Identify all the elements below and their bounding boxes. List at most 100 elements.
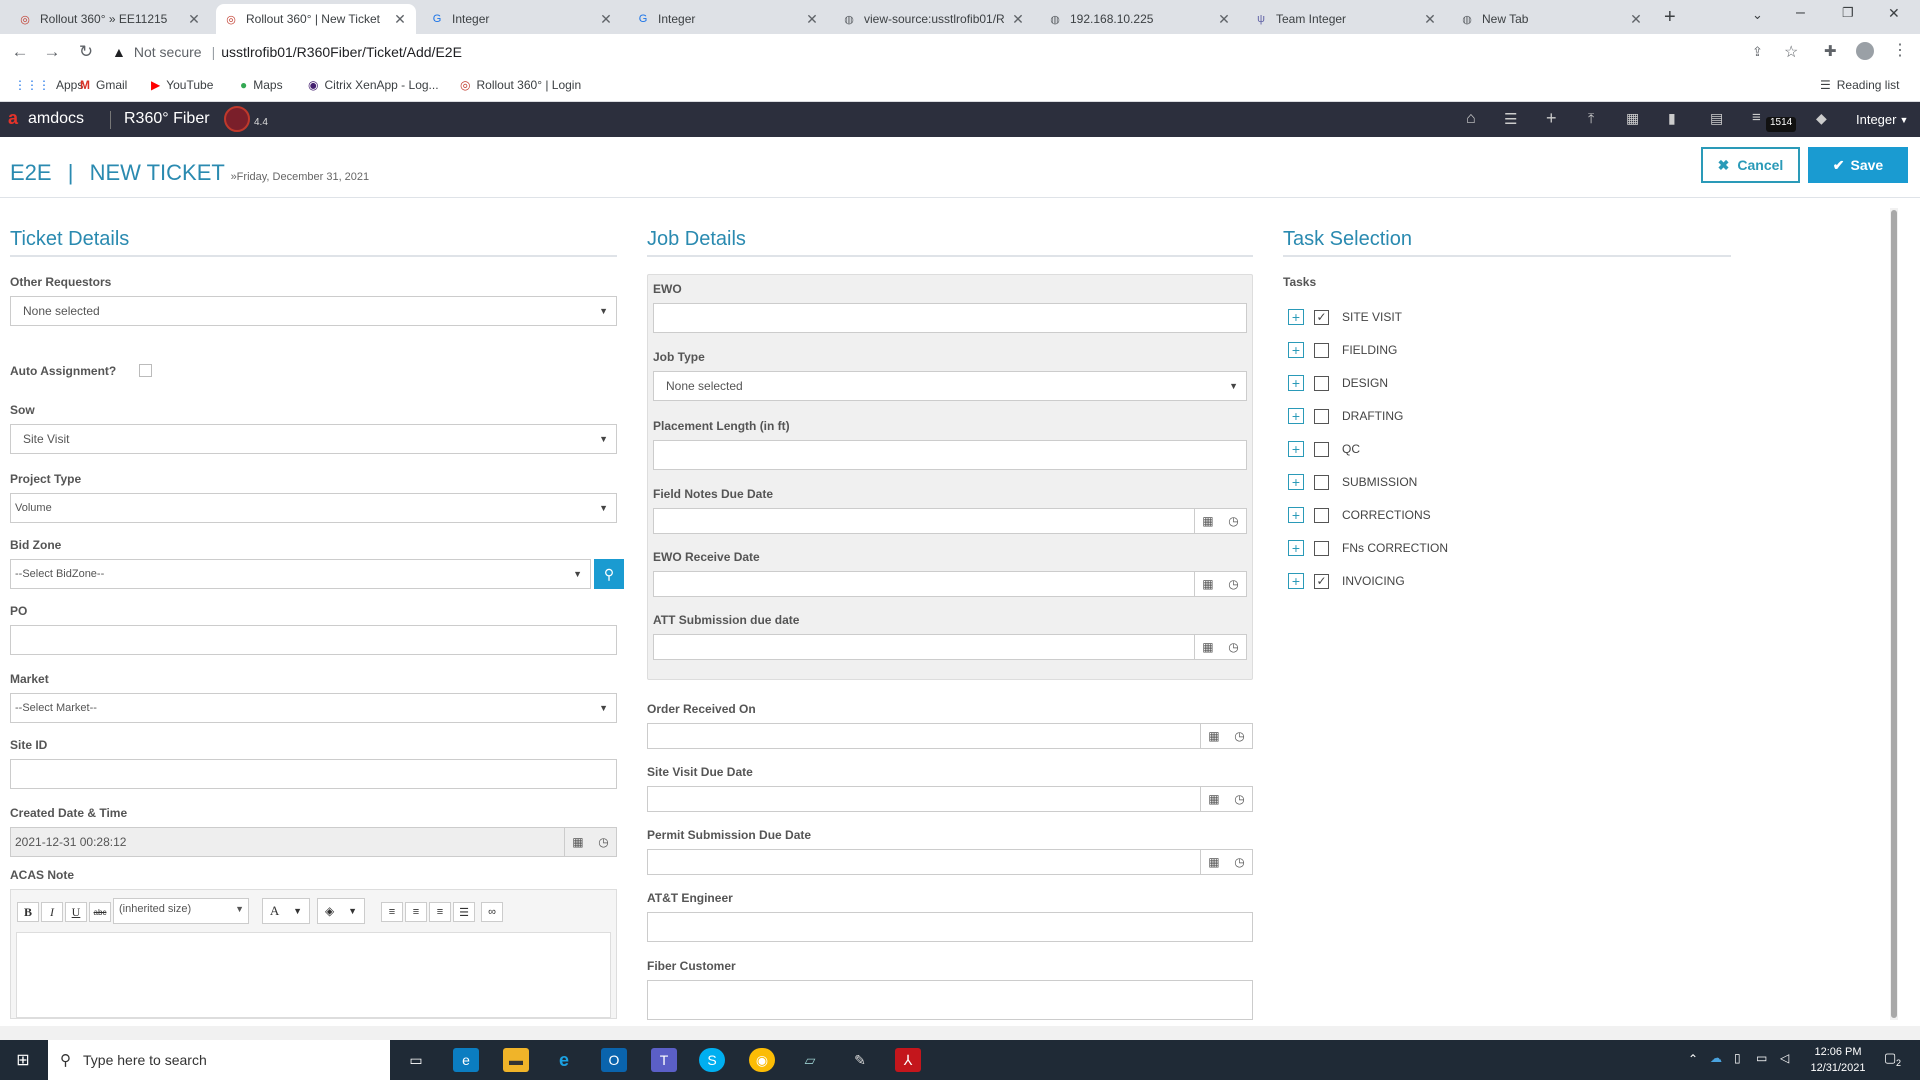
list-icon[interactable]: ☰ bbox=[1504, 110, 1517, 128]
expand-icon[interactable]: + bbox=[1288, 507, 1304, 523]
calendar-icon[interactable]: ▦ bbox=[1202, 514, 1213, 528]
ewo-receive-input[interactable]: ▦ ◷ bbox=[653, 571, 1247, 597]
internet-explorer-icon[interactable]: e bbox=[551, 1048, 577, 1072]
calendar-icon[interactable]: ▦ bbox=[1208, 792, 1219, 806]
close-tab-icon[interactable]: ✕ bbox=[1010, 11, 1026, 28]
expand-icon[interactable]: + bbox=[1288, 342, 1304, 358]
notepad-icon[interactable]: ▱ bbox=[797, 1048, 823, 1072]
expand-icon[interactable]: + bbox=[1288, 408, 1304, 424]
expand-icon[interactable]: + bbox=[1288, 441, 1304, 457]
tab-4[interactable]: ◍ view-source:usstlrofib01/R ✕ bbox=[834, 4, 1034, 34]
windows-start-icon[interactable]: ⊞ bbox=[10, 1048, 36, 1072]
project-type-select[interactable]: Volume ▼ bbox=[10, 493, 617, 523]
close-tab-icon[interactable]: ✕ bbox=[392, 11, 408, 28]
task-checkbox[interactable] bbox=[1314, 375, 1329, 391]
bookmark-gmail[interactable]: M Gmail bbox=[80, 78, 127, 92]
close-tab-icon[interactable]: ✕ bbox=[186, 11, 202, 28]
task-view-icon[interactable]: ▭ bbox=[403, 1048, 429, 1072]
taskbar-search[interactable]: ⚲ Type here to search bbox=[48, 1040, 390, 1080]
address-bar[interactable]: ▲ Not secure | usstlrofib01/R360Fiber/Ti… bbox=[112, 38, 1792, 66]
expand-icon[interactable]: + bbox=[1288, 540, 1304, 556]
clock[interactable]: 12:06 PM 12/31/2021 bbox=[1800, 1044, 1876, 1076]
tab-5[interactable]: ◍ 192.168.10.225 ✕ bbox=[1040, 4, 1240, 34]
bid-zone-search-button[interactable]: ⚲ bbox=[594, 559, 624, 589]
clock-icon[interactable]: ◷ bbox=[1234, 792, 1244, 806]
att-engineer-input[interactable] bbox=[647, 912, 1253, 942]
task-checkbox[interactable] bbox=[1314, 441, 1329, 457]
acas-note-textarea[interactable] bbox=[16, 932, 611, 1018]
sow-select[interactable]: Site Visit ▼ bbox=[10, 424, 617, 454]
tray-chevron-icon[interactable]: ⌃ bbox=[1688, 1052, 1698, 1066]
bookmark-rollout[interactable]: ◎ Rollout 360° | Login bbox=[460, 78, 581, 92]
underline-button[interactable]: U bbox=[65, 902, 87, 922]
bell-icon[interactable]: ◆ bbox=[1816, 110, 1827, 127]
menu-icon[interactable]: ⋮ bbox=[1892, 40, 1908, 60]
tab-search-icon[interactable]: ⌄ bbox=[1752, 7, 1763, 23]
att-submission-input[interactable]: ▦ ◷ bbox=[653, 634, 1247, 660]
notification-center-icon[interactable]: ▢ bbox=[1884, 1050, 1896, 1066]
bookmark-maps[interactable]: ● Maps bbox=[240, 78, 283, 92]
strikethrough-icon[interactable]: abc bbox=[89, 902, 111, 922]
link-icon[interactable]: ∞ bbox=[481, 902, 503, 922]
expand-icon[interactable]: + bbox=[1288, 573, 1304, 589]
other-requestors-select[interactable]: None selected ▼ bbox=[10, 296, 617, 326]
clock-icon[interactable]: ◷ bbox=[1228, 514, 1238, 528]
user-menu[interactable]: Integer ▼ bbox=[1856, 112, 1908, 127]
outlook-icon[interactable]: O bbox=[601, 1048, 627, 1072]
task-checkbox[interactable] bbox=[1314, 507, 1329, 523]
italic-button[interactable]: I bbox=[41, 902, 63, 922]
expand-icon[interactable]: + bbox=[1288, 375, 1304, 391]
acrobat-icon[interactable]: ⅄ bbox=[895, 1048, 921, 1072]
breadcrumb-root[interactable]: E2E bbox=[10, 160, 52, 185]
calendar-icon[interactable]: ▦ bbox=[1208, 729, 1219, 743]
close-window-icon[interactable]: ✕ bbox=[1888, 5, 1900, 22]
font-size-select[interactable]: (inherited size) ▼ bbox=[113, 898, 249, 924]
market-select[interactable]: --Select Market-- ▼ bbox=[10, 693, 617, 723]
po-input[interactable] bbox=[10, 625, 617, 655]
align-center-icon[interactable]: ≡ bbox=[405, 902, 427, 922]
tab-2[interactable]: G Integer ✕ bbox=[422, 4, 622, 34]
tab-0[interactable]: ◎ Rollout 360° » EE11215 ✕ bbox=[10, 4, 210, 34]
file-explorer-icon[interactable]: ▬ bbox=[503, 1048, 529, 1072]
site-id-input[interactable] bbox=[10, 759, 617, 789]
calendar-icon[interactable]: ▦ bbox=[1208, 855, 1219, 869]
bookmark-apps[interactable]: ⋮⋮⋮ Apps bbox=[14, 78, 83, 92]
task-checkbox[interactable] bbox=[1314, 540, 1329, 556]
calendar-icon[interactable]: ▦ bbox=[1626, 110, 1639, 127]
field-notes-due-input[interactable]: ▦ ◷ bbox=[653, 508, 1247, 534]
minimize-icon[interactable]: – bbox=[1796, 4, 1805, 22]
expand-icon[interactable]: + bbox=[1288, 474, 1304, 490]
back-icon[interactable]: ← bbox=[8, 42, 32, 62]
auto-assignment-checkbox[interactable] bbox=[139, 364, 152, 377]
volume-icon[interactable]: ◁ bbox=[1780, 1051, 1789, 1065]
forward-icon[interactable]: → bbox=[40, 42, 64, 62]
bold-button[interactable]: B bbox=[17, 902, 39, 922]
tasks-icon[interactable]: ≡ bbox=[1752, 109, 1761, 126]
chart-icon[interactable]: ▮ bbox=[1668, 110, 1676, 127]
network-icon[interactable]: ▭ bbox=[1756, 1051, 1767, 1065]
expand-icon[interactable]: + bbox=[1288, 309, 1304, 325]
placement-length-input[interactable] bbox=[653, 440, 1247, 470]
permit-due-input[interactable]: ▦ ◷ bbox=[647, 849, 1253, 875]
calendar-icon[interactable]: ▦ bbox=[572, 835, 583, 849]
extensions-icon[interactable]: ✚ bbox=[1824, 42, 1837, 60]
onedrive-icon[interactable]: ☁ bbox=[1710, 1051, 1722, 1065]
save-button[interactable]: ✔ Save bbox=[1808, 147, 1908, 183]
reading-list[interactable]: ☰ Reading list bbox=[1820, 78, 1899, 92]
task-checkbox[interactable] bbox=[1314, 408, 1329, 424]
bookmark-citrix[interactable]: ◉ Citrix XenApp - Log... bbox=[308, 78, 439, 92]
job-type-select[interactable]: None selected ▼ bbox=[653, 371, 1247, 401]
page-scrollbar-thumb[interactable] bbox=[1891, 210, 1897, 1018]
bookmark-youtube[interactable]: ▶ YouTube bbox=[151, 78, 213, 92]
site-visit-due-input[interactable]: ▦ ◷ bbox=[647, 786, 1253, 812]
font-color-button[interactable]: A ▼ bbox=[262, 898, 310, 924]
edge-icon[interactable]: e bbox=[453, 1048, 479, 1072]
calendar-icon[interactable]: ▦ bbox=[1202, 640, 1213, 654]
clock-icon[interactable]: ◷ bbox=[1234, 855, 1244, 869]
skype-icon[interactable]: S bbox=[699, 1048, 725, 1072]
tab-7[interactable]: ◍ New Tab ✕ bbox=[1452, 4, 1652, 34]
tray-app-icon[interactable]: ▯ bbox=[1734, 1051, 1741, 1065]
calendar-icon[interactable]: ▦ bbox=[1202, 577, 1213, 591]
close-tab-icon[interactable]: ✕ bbox=[804, 11, 820, 28]
align-left-icon[interactable]: ≡ bbox=[381, 902, 403, 922]
